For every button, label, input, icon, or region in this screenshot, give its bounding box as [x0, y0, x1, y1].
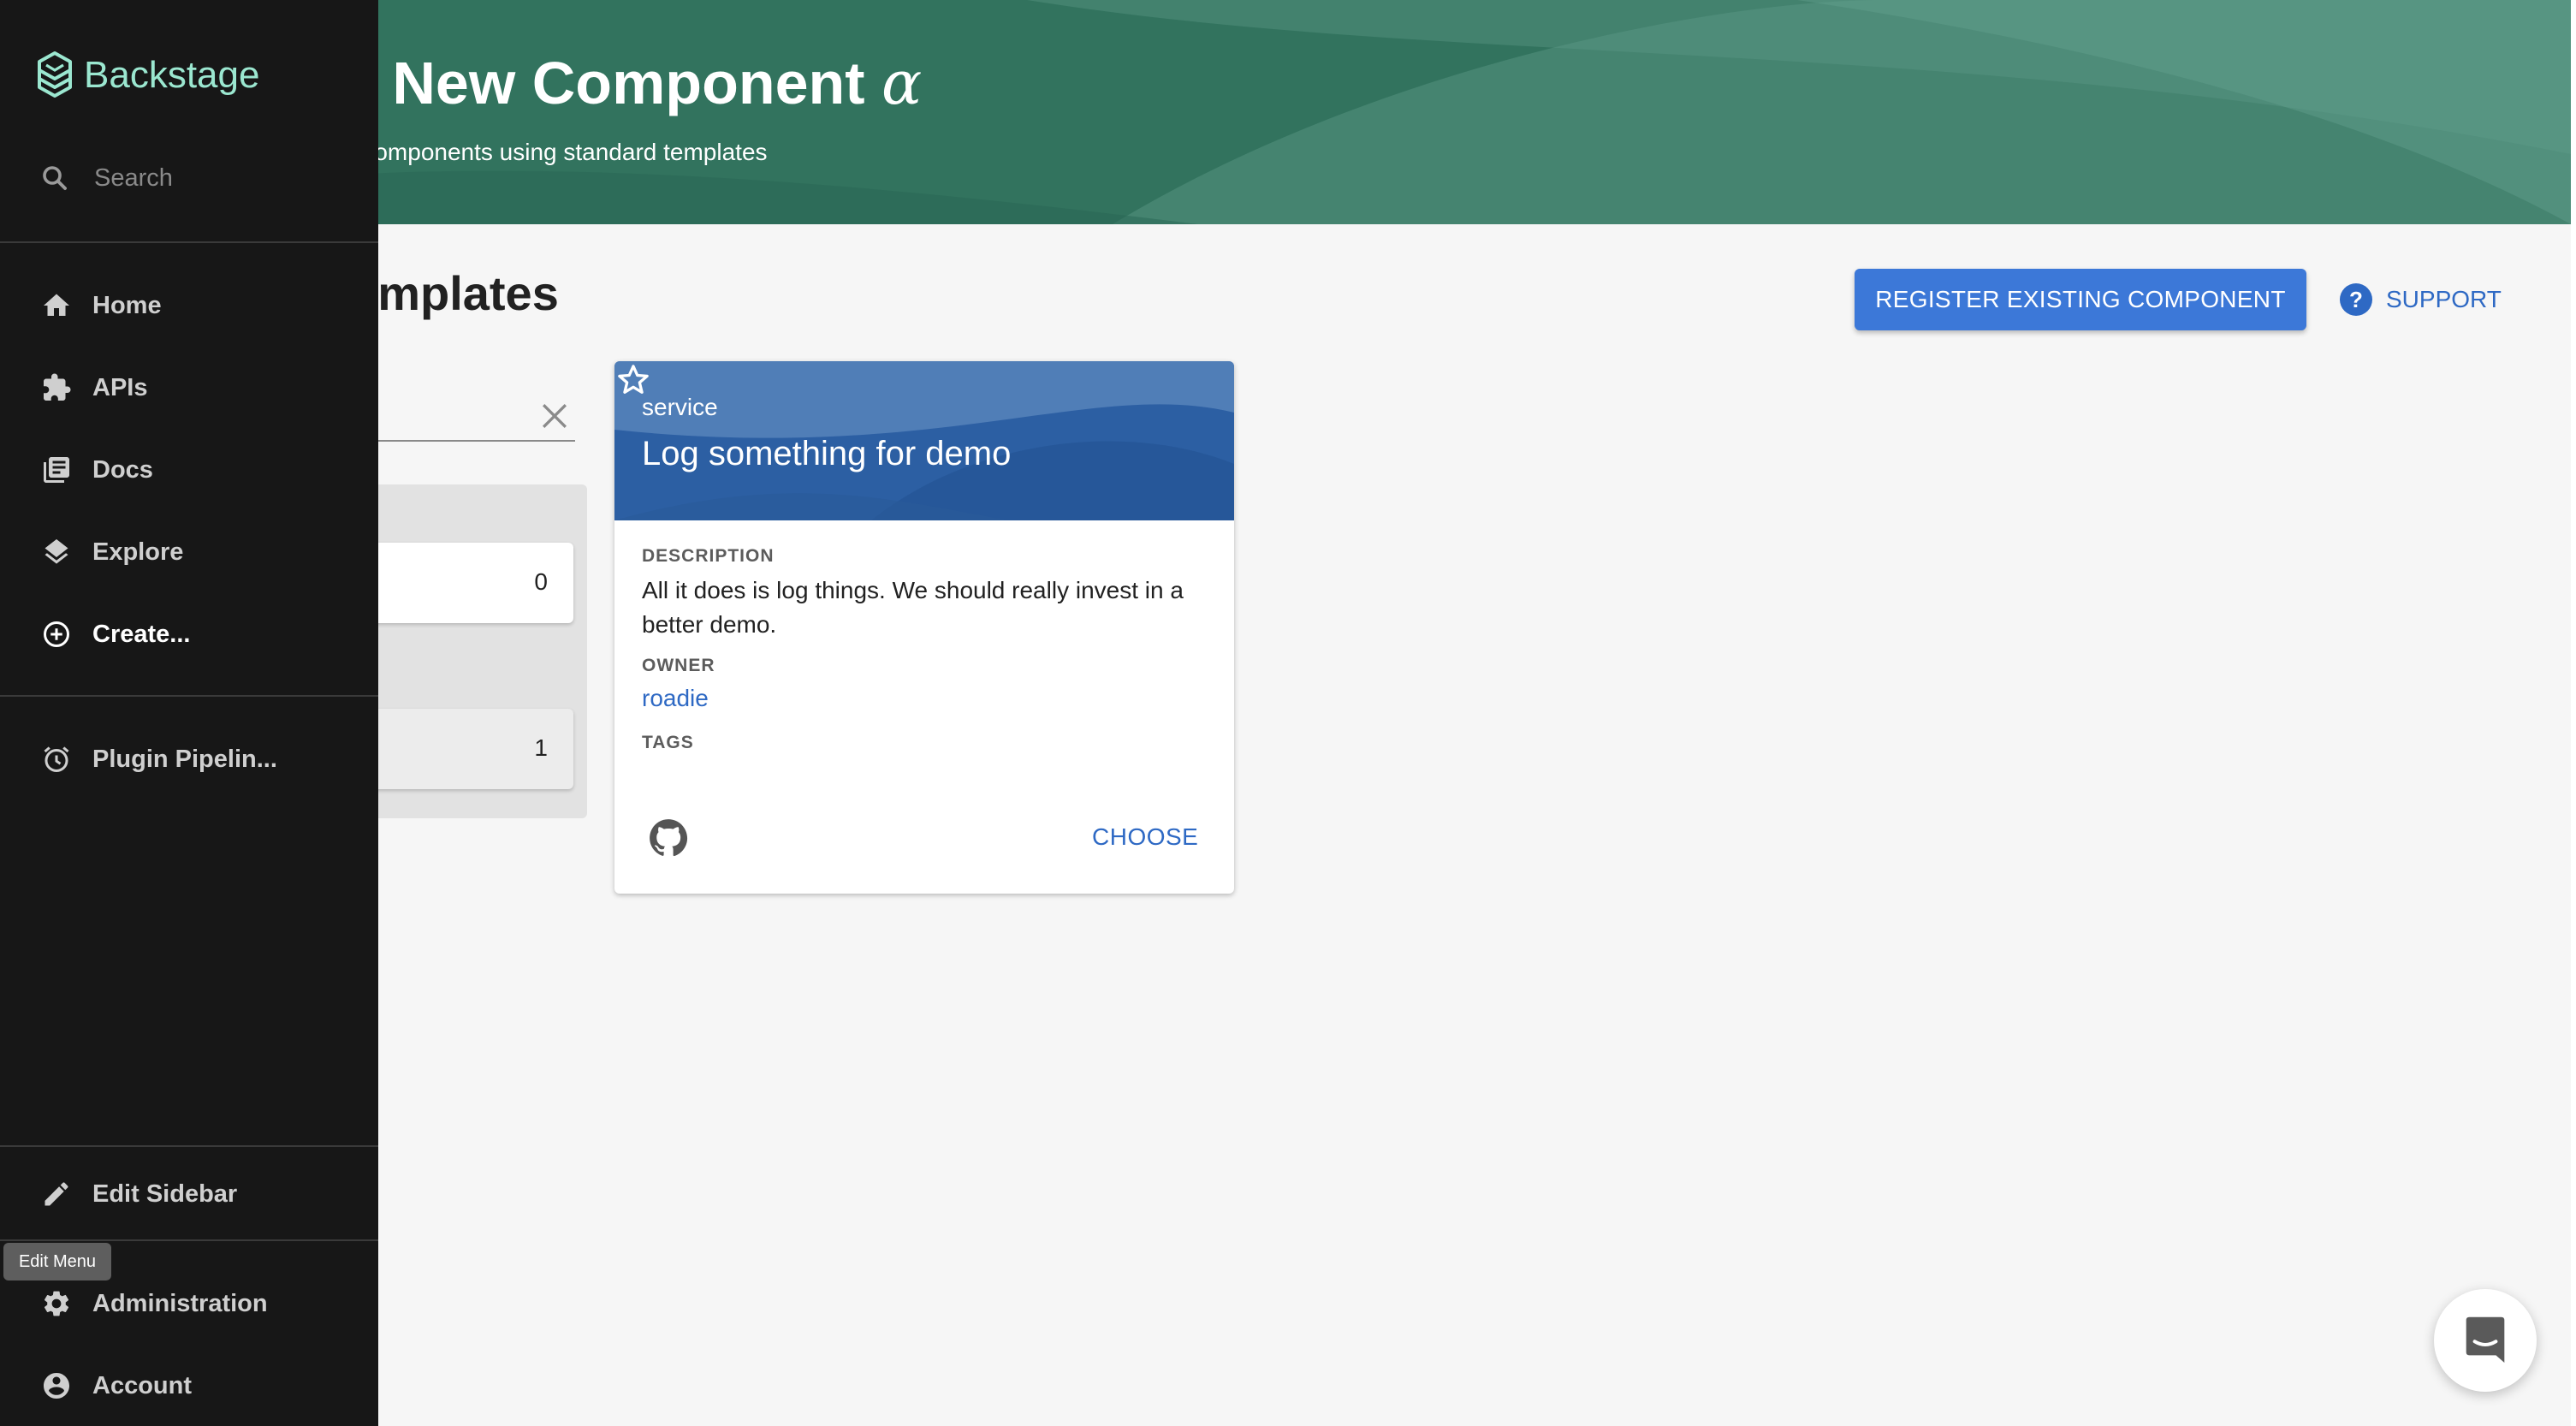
sidebar-item-edit-sidebar[interactable]: Edit Sidebar [39, 1173, 237, 1215]
gear-icon [39, 1286, 74, 1321]
edit-menu-tooltip: Edit Menu [3, 1243, 111, 1280]
home-icon [39, 288, 74, 323]
account-icon [39, 1369, 74, 1403]
backstage-logo-icon [38, 51, 72, 98]
logo-text: Backstage [84, 54, 260, 96]
sidebar-item-plugin-pipelines[interactable]: Plugin Pipelin... [39, 738, 277, 781]
page-title: a New Component α [342, 48, 922, 118]
backstage-logo[interactable]: Backstage [34, 50, 259, 101]
page-header: a New Component α e components using sta… [0, 0, 2571, 224]
sidebar-item-apis[interactable]: APIs [39, 366, 147, 409]
page-title-text: a New Component [342, 50, 865, 116]
sidebar-item-label: APIs [92, 373, 148, 401]
sidebar-search[interactable]: Search [39, 163, 173, 193]
filter-count: 0 [534, 568, 548, 595]
puzzle-icon [39, 371, 74, 405]
register-existing-component-button[interactable]: REGISTER EXISTING COMPONENT [1855, 269, 2306, 330]
sidebar-item-label: Edit Sidebar [92, 1179, 238, 1208]
support-button[interactable]: ? SUPPORT [2340, 279, 2502, 320]
sidebar-item-label: Administration [92, 1289, 268, 1317]
add-circle-icon [39, 617, 74, 651]
clear-icon[interactable] [536, 397, 573, 435]
sidebar-item-create[interactable]: Create... [39, 613, 190, 656]
card-type: service [642, 394, 718, 420]
sidebar-item-label: Plugin Pipelin... [92, 745, 277, 773]
choose-button[interactable]: CHOOSE [1092, 823, 1198, 851]
layers-icon [39, 535, 74, 569]
filter-count: 1 [534, 734, 548, 761]
search-placeholder: Search [94, 163, 173, 192]
card-description: All it does is log things. We should rea… [642, 577, 1184, 638]
sidebar-item-label: Docs [92, 455, 153, 484]
sidebar-item-home[interactable]: Home [39, 284, 162, 327]
sidebar-item-administration[interactable]: Administration [39, 1282, 268, 1325]
sidebar-divider [0, 1239, 378, 1241]
chat-launcher-button[interactable] [2434, 1289, 2537, 1392]
pencil-icon [39, 1177, 74, 1211]
star-icon[interactable] [614, 361, 652, 399]
sidebar-item-label: Home [92, 291, 162, 319]
sidebar-item-label: Create... [92, 620, 191, 648]
alpha-badge: α [881, 48, 923, 118]
chat-icon [2466, 1316, 2505, 1364]
card-header: service Log something for demo [614, 361, 1234, 520]
sidebar-divider [0, 695, 378, 697]
library-icon [39, 453, 74, 487]
sidebar-item-label: Explore [92, 538, 184, 566]
search-icon [43, 166, 67, 190]
sidebar: Backstage Search Home APIs Docs Explore [0, 0, 378, 1426]
alarm-icon [39, 742, 74, 776]
window-edge [2571, 0, 2576, 1426]
sidebar-item-explore[interactable]: Explore [39, 531, 183, 573]
description-label: DESCRIPTION [642, 546, 775, 566]
sidebar-divider [0, 241, 378, 243]
github-icon[interactable] [647, 817, 690, 859]
sidebar-item-docs[interactable]: Docs [39, 449, 153, 491]
support-label: SUPPORT [2386, 286, 2502, 312]
owner-label: OWNER [642, 656, 715, 675]
template-card: service Log something for demo DESCRIPTI… [614, 361, 1234, 894]
sidebar-item-account[interactable]: Account [39, 1364, 192, 1407]
help-icon: ? [2340, 283, 2372, 316]
tags-label: TAGS [642, 733, 694, 752]
sidebar-divider [0, 1145, 378, 1147]
card-title: Log something for demo [642, 435, 1012, 472]
sidebar-item-label: Account [92, 1371, 192, 1399]
owner-link[interactable]: roadie [642, 685, 709, 712]
page-subtitle: e components using standard templates [342, 139, 768, 165]
